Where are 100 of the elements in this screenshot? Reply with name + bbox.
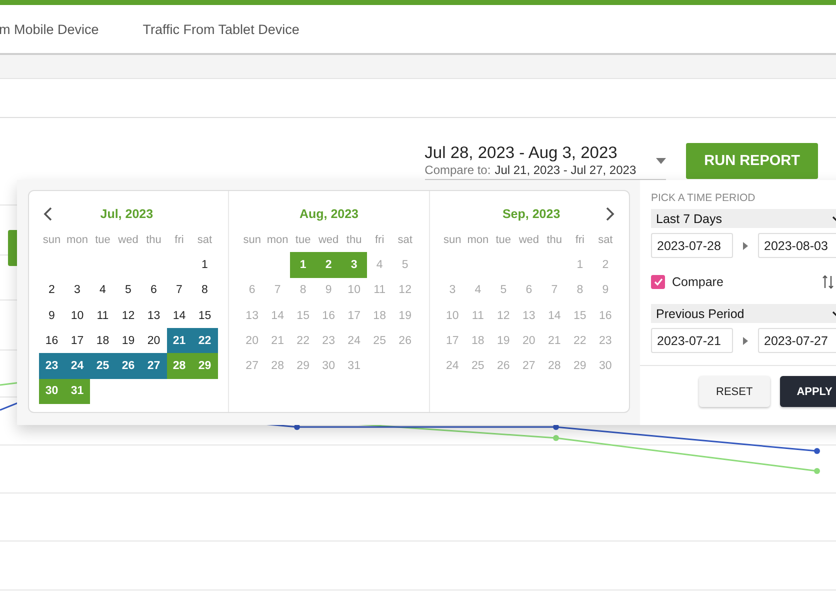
- calendar-day[interactable]: 19: [116, 328, 141, 354]
- calendar-day[interactable]: 15: [192, 302, 218, 328]
- calendar-day: 13: [239, 302, 265, 328]
- weekday-label: wed: [117, 234, 140, 246]
- calendar-day: 10: [341, 278, 367, 303]
- calendar-day: 30: [316, 353, 342, 379]
- calendar-day: 21: [264, 328, 290, 354]
- calendar-day: 22: [290, 328, 316, 354]
- month-title: Aug, 2023: [299, 207, 359, 221]
- calendar-day[interactable]: 26: [116, 353, 141, 379]
- calendar-day[interactable]: 25: [90, 353, 116, 379]
- weekday-label: sun: [442, 234, 462, 246]
- calendar-day: 17: [341, 302, 367, 328]
- calendar-day[interactable]: 23: [39, 353, 64, 379]
- calendar-day: 15: [290, 302, 316, 328]
- calendar-day: 23: [316, 328, 342, 354]
- calendar-day[interactable]: 14: [166, 302, 192, 328]
- compare-label: Compare to:: [424, 163, 491, 177]
- calendar-day[interactable]: 13: [141, 302, 166, 328]
- calendar-day[interactable]: 27: [141, 353, 166, 379]
- calendar-day: 25: [465, 353, 491, 379]
- end-date-field[interactable]: 2023-08-03: [758, 233, 836, 258]
- calendar-day: 5: [490, 278, 516, 303]
- calendar-day[interactable]: 11: [90, 302, 116, 328]
- calendar-day: 14: [264, 302, 290, 328]
- calendar-day[interactable]: 6: [141, 278, 166, 303]
- weekday-label: thu: [345, 234, 363, 246]
- calendar-day[interactable]: 8: [192, 278, 218, 303]
- calendar-day: 1: [567, 252, 593, 278]
- calendar-day: 28: [264, 353, 290, 379]
- weekday-label: sun: [242, 234, 262, 246]
- calendar-day[interactable]: 21: [166, 328, 192, 354]
- triangle-right-icon: [743, 242, 748, 250]
- chevron-left-icon[interactable]: [43, 207, 53, 221]
- calendar-day[interactable]: 4: [90, 278, 116, 303]
- calendar-day: 18: [465, 328, 491, 354]
- weekday-label: tue: [294, 234, 312, 246]
- calendar-day[interactable]: 20: [141, 328, 166, 354]
- calendar-day: 8: [290, 278, 316, 303]
- calendar-day: 29: [567, 353, 593, 379]
- calendar-day: 12: [392, 278, 418, 303]
- calendar-day: 19: [392, 302, 418, 328]
- reset-button[interactable]: RESET: [699, 376, 770, 407]
- month-title: Sep, 2023: [502, 207, 560, 221]
- calendar-day[interactable]: 22: [192, 328, 218, 354]
- compare-end-field[interactable]: 2023-07-27: [758, 328, 836, 353]
- calendar-day: 11: [465, 302, 491, 328]
- weekday-label: wed: [518, 234, 540, 246]
- calendar-day: 25: [366, 328, 392, 354]
- tab[interactable]: m Mobile Device: [0, 22, 99, 36]
- calendar-day: 5: [392, 252, 418, 278]
- calendar-day[interactable]: 2: [39, 278, 64, 303]
- chevron-right-icon[interactable]: [604, 207, 615, 221]
- calendar-day[interactable]: 7: [166, 278, 192, 303]
- apply-button[interactable]: APPLY: [780, 376, 836, 407]
- calendar-day: 9: [592, 278, 618, 303]
- calendar-day: 26: [490, 353, 516, 379]
- calendar-day: 2: [592, 252, 618, 278]
- triangle-right-icon: [743, 336, 748, 344]
- swap-arrows-icon[interactable]: [822, 274, 834, 290]
- calendar-day[interactable]: 5: [116, 278, 141, 303]
- calendar-day: 26: [392, 328, 418, 354]
- calendar-day: 27: [239, 353, 265, 379]
- calendar-day[interactable]: 1: [192, 252, 218, 278]
- compare-start-field[interactable]: 2023-07-21: [651, 328, 733, 353]
- calendar-day: 18: [366, 302, 392, 328]
- start-date-field[interactable]: 2023-07-28: [651, 233, 733, 258]
- calendar-day[interactable]: 18: [90, 328, 116, 354]
- weekday-label: mon: [466, 234, 490, 246]
- calendar-day[interactable]: 16: [39, 328, 64, 354]
- weekday-label: fri: [174, 234, 185, 246]
- calendar-day[interactable]: 3: [64, 278, 90, 303]
- calendar-day: 10: [440, 302, 466, 328]
- period-select[interactable]: Last 7 Days: [651, 209, 836, 228]
- calendar-day: 4: [366, 252, 392, 278]
- weekday-label: fri: [574, 234, 586, 246]
- weekday-label: sat: [196, 234, 214, 246]
- compare-checkbox[interactable]: [651, 275, 665, 289]
- calendar-day: 7: [264, 278, 290, 303]
- calendar-day: 16: [592, 302, 618, 328]
- calendar-day[interactable]: 9: [39, 302, 64, 328]
- month-title: Jul, 2023: [100, 207, 154, 221]
- tab[interactable]: Traffic From Tablet Device: [142, 22, 300, 36]
- date-range: Jul 28, 2023 - Aug 3, 2023: [424, 144, 618, 163]
- weekday-label: wed: [317, 234, 340, 246]
- compare-period-select[interactable]: Previous Period: [651, 304, 836, 323]
- calendar-day[interactable]: 12: [116, 302, 141, 328]
- calendar-day: 4: [465, 278, 491, 303]
- calendar-day: 22: [567, 328, 593, 354]
- calendar-day[interactable]: 24: [64, 353, 90, 379]
- weekday-label: mon: [66, 234, 89, 246]
- calendar-day[interactable]: 17: [64, 328, 90, 354]
- calendar-day: 29: [290, 353, 316, 379]
- calendar-day: 17: [440, 328, 466, 354]
- weekday-label: fri: [374, 234, 386, 246]
- checkmark-icon: [654, 278, 662, 286]
- calendar-day[interactable]: 10: [64, 302, 90, 328]
- calendar-day: 20: [516, 328, 542, 354]
- calendar-day: 16: [316, 302, 342, 328]
- calendar-day: 19: [490, 328, 516, 354]
